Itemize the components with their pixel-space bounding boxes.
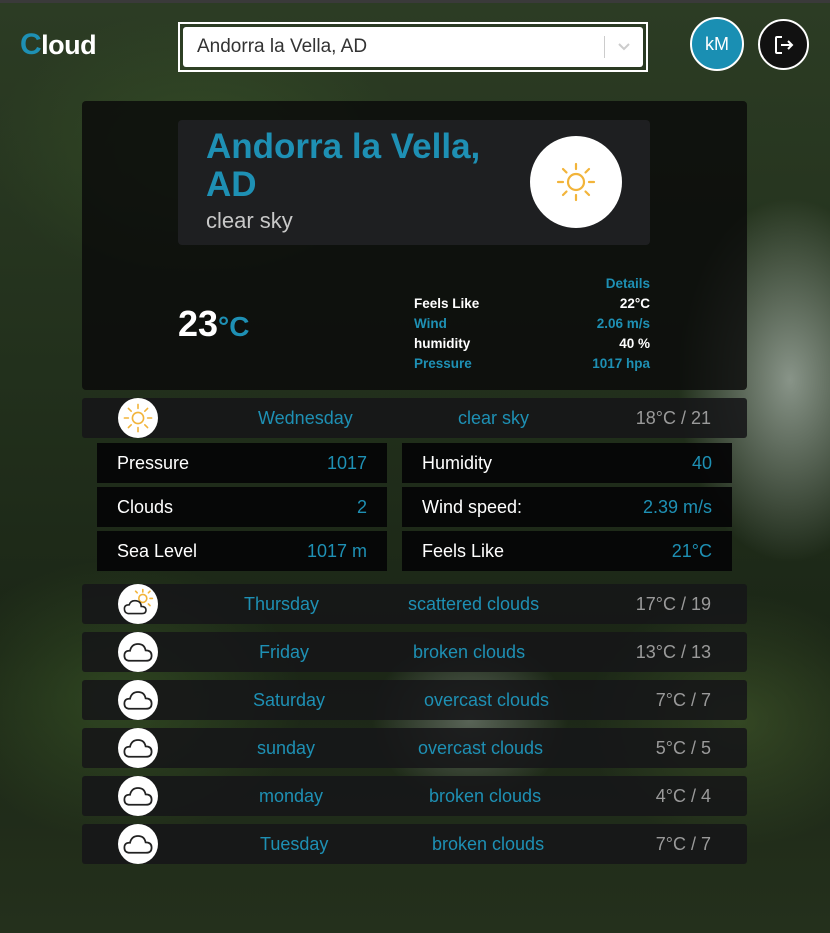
stat-label: Pressure — [117, 453, 190, 473]
forecast-temperature: 7°C / 7 — [655, 690, 711, 710]
detail-wind: Wind 2.06 m/s — [414, 316, 650, 336]
forecast-day: Friday — [259, 642, 310, 662]
forecast-temperature: 18°C / 21 — [635, 408, 711, 428]
detail-feels-like: Feels Like 22°C — [414, 296, 650, 316]
forecast-row-sunday[interactable]: sunday overcast clouds 5°C / 5 — [82, 728, 747, 768]
forecast-description: broken clouds — [432, 834, 545, 854]
forecast-description: scattered clouds — [408, 594, 540, 614]
forecast-icon — [118, 584, 158, 624]
sun-icon — [123, 403, 153, 433]
stat-wind-speed: Wind speed: 2.39 m/s — [402, 487, 732, 527]
forecast-icon — [118, 398, 158, 438]
detail-humidity: humidity 40 % — [414, 336, 650, 356]
forecast-day: Thursday — [244, 594, 320, 614]
city-select-control[interactable]: Andorra la Vella, AD — [183, 27, 643, 67]
stat-humidity: Humidity 40 — [402, 443, 732, 483]
city-name: Andorra la Vella, AD — [206, 127, 481, 204]
logo-rest: loud — [41, 30, 97, 60]
forecast-icon — [118, 776, 158, 816]
forecast-description: broken clouds — [413, 642, 526, 662]
forecast-icon — [118, 680, 158, 720]
detail-label: humidity — [414, 336, 471, 351]
stat-label: Wind speed: — [422, 497, 523, 517]
details-panel: Details Feels Like 22°C Wind 2.06 m/s humi… — [414, 276, 650, 376]
cloud-icon — [123, 787, 153, 806]
detail-label: Pressure — [414, 356, 472, 371]
stat-feels-like: Feels Like 21°C — [402, 531, 732, 571]
city-select-value: Andorra la Vella, AD — [197, 36, 368, 57]
stat-value: 2.39 m/s — [642, 497, 712, 517]
stat-value: 40 — [691, 453, 712, 473]
sun-cloud-icon — [123, 588, 154, 615]
weather-icon — [530, 136, 622, 228]
forecast-row-tuesday[interactable]: Tuesday broken clouds 7°C / 7 — [82, 824, 747, 864]
forecast-row-thursday[interactable]: Thursday scattered clouds 17°C / 19 — [82, 584, 747, 624]
app-logo[interactable]: Cloud — [20, 28, 97, 62]
forecast-icon — [118, 824, 158, 864]
forecast-icon — [118, 728, 158, 768]
temperature-unit: °C — [218, 311, 250, 342]
sun-icon — [556, 162, 596, 202]
logout-icon — [775, 36, 794, 54]
cloud-icon — [123, 835, 153, 854]
forecast-temperature: 5°C / 5 — [655, 738, 711, 758]
forecast-day: Saturday — [253, 690, 326, 710]
forecast-day: Wednesday — [258, 408, 353, 428]
weather-description: clear sky — [206, 208, 293, 233]
forecast-temperature: 4°C / 4 — [655, 786, 711, 806]
cloud-icon — [123, 643, 153, 662]
stat-pressure: Pressure 1017 — [97, 443, 387, 483]
forecast-day: monday — [259, 786, 324, 806]
forecast-description: clear sky — [458, 408, 530, 428]
detail-value: 22°C — [619, 296, 650, 311]
forecast-row-wednesday[interactable]: Wednesday clear sky 18°C / 21 — [82, 398, 747, 438]
detail-label: Feels Like — [414, 296, 480, 311]
stat-value: 21°C — [671, 541, 712, 561]
stat-label: Humidity — [422, 453, 493, 473]
stat-label: Clouds — [117, 497, 174, 517]
current-temperature: 23°C — [178, 303, 249, 345]
detail-value: 40 % — [619, 336, 650, 351]
city-select[interactable]: Andorra la Vella, AD — [178, 22, 648, 72]
details-title: Details — [605, 276, 650, 291]
forecast-description: overcast clouds — [424, 690, 550, 710]
stat-value: 1017 m — [306, 541, 367, 561]
detail-label: Wind — [414, 316, 447, 331]
forecast-icon — [118, 632, 158, 672]
forecast-temperature: 17°C / 19 — [635, 594, 711, 614]
forecast-description: overcast clouds — [418, 738, 544, 758]
city-card: Andorra la Vella, AD clear sky — [178, 120, 650, 245]
logout-button[interactable] — [758, 19, 809, 70]
temperature-value: 23 — [178, 303, 219, 344]
select-separator — [604, 36, 605, 58]
forecast-temperature: 13°C / 13 — [635, 642, 711, 662]
forecast-row-friday[interactable]: Friday broken clouds 13°C / 13 — [82, 632, 747, 672]
forecast-temperature: 7°C / 7 — [655, 834, 711, 854]
forecast-day: sunday — [257, 738, 316, 758]
cloud-icon — [123, 691, 153, 710]
forecast-row-monday[interactable]: monday broken clouds 4°C / 4 — [82, 776, 747, 816]
user-avatar[interactable]: kM — [690, 17, 744, 71]
forecast-day: Tuesday — [260, 834, 329, 854]
chevron-down-icon[interactable] — [617, 27, 631, 82]
cloud-icon — [123, 739, 153, 758]
detail-value: 1017 hpa — [592, 356, 650, 371]
stat-value: 1017 — [326, 453, 367, 473]
logo-first-letter: C — [20, 28, 42, 61]
stat-label: Sea Level — [117, 541, 198, 561]
stat-sea-level: Sea Level 1017 m — [97, 531, 387, 571]
detail-pressure: Pressure 1017 hpa — [414, 356, 650, 376]
forecast-row-saturday[interactable]: Saturday overcast clouds 7°C / 7 — [82, 680, 747, 720]
forecast-description: broken clouds — [429, 786, 542, 806]
stat-label: Feels Like — [422, 541, 505, 561]
detail-value: 2.06 m/s — [596, 316, 650, 331]
stat-clouds: Clouds 2 — [97, 487, 387, 527]
top-border — [0, 0, 830, 3]
stat-value: 2 — [356, 497, 367, 517]
